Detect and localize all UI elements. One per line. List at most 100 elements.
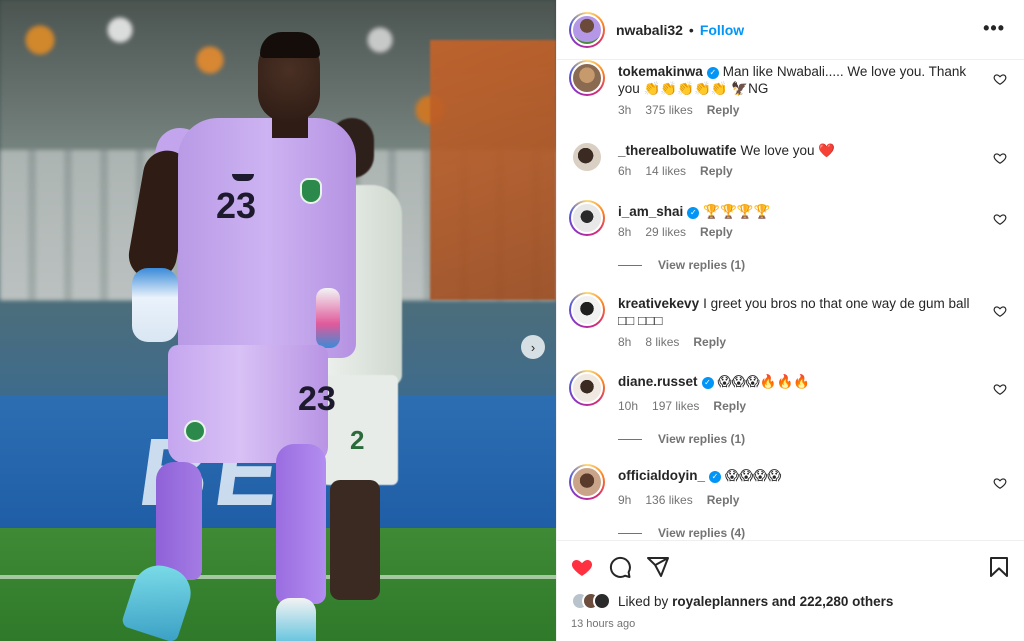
follow-button[interactable]: Follow bbox=[700, 22, 744, 38]
avatar-image bbox=[571, 372, 603, 404]
comment-body: 😱😱😱🔥🔥🔥 bbox=[717, 374, 811, 389]
reply-button[interactable]: Reply bbox=[707, 493, 740, 507]
divider bbox=[618, 532, 642, 534]
comment-username[interactable]: i_am_shai bbox=[618, 204, 683, 219]
divider bbox=[618, 264, 642, 266]
comment-meta: 8h 29 likes Reply bbox=[618, 225, 733, 239]
view-replies-label: View replies (4) bbox=[658, 526, 746, 540]
comment-time: 3h bbox=[618, 103, 632, 117]
liker-avatar bbox=[593, 592, 611, 610]
goalkeeper-hair bbox=[260, 32, 320, 58]
reply-button[interactable]: Reply bbox=[707, 103, 740, 117]
reply-button[interactable]: Reply bbox=[713, 399, 746, 413]
author-avatar[interactable] bbox=[569, 11, 605, 48]
post-side-panel: nwabali32 • Follow ••• tokemakinwa ✓ Man l… bbox=[556, 0, 1024, 641]
comment-meta: 6h 14 likes Reply bbox=[618, 164, 733, 178]
post-header: nwabali32 • Follow ••• bbox=[557, 0, 1024, 60]
goalkeeper-glove bbox=[316, 288, 340, 348]
comment-likes[interactable]: 375 likes bbox=[645, 103, 692, 117]
author-username[interactable]: nwabali32 bbox=[616, 22, 683, 38]
comment-body: We love you ❤️ bbox=[740, 143, 836, 158]
commenter-avatar[interactable] bbox=[569, 200, 605, 236]
comment-text-block: tokemakinwa ✓ Man like Nwabali..... We lov… bbox=[618, 63, 978, 97]
comment-meta: 10h 197 likes Reply bbox=[618, 399, 746, 413]
verified-icon: ✓ bbox=[706, 67, 719, 79]
comment-likes[interactable]: 8 likes bbox=[645, 335, 679, 349]
avatar-image bbox=[571, 202, 603, 234]
more-icon[interactable]: ••• bbox=[983, 18, 1005, 39]
stadium-wall bbox=[430, 40, 556, 300]
avatar-image bbox=[571, 141, 603, 173]
post-timestamp[interactable]: 13 hours ago bbox=[571, 618, 635, 630]
background-player-legs bbox=[330, 480, 380, 600]
heart-icon[interactable] bbox=[993, 382, 1007, 396]
comments-list[interactable]: tokemakinwa ✓ Man like Nwabali..... We lov… bbox=[557, 60, 1024, 540]
team-crest bbox=[300, 178, 322, 204]
post-photo: BET 2 23 23 › bbox=[0, 0, 556, 641]
comment-username[interactable]: diane.russet bbox=[618, 374, 698, 389]
heart-icon[interactable] bbox=[993, 476, 1007, 490]
verified-icon: ✓ bbox=[709, 471, 722, 483]
verified-icon: ✓ bbox=[701, 377, 714, 389]
view-replies-button[interactable]: View replies (1) bbox=[618, 432, 745, 446]
comment-meta: 9h 136 likes Reply bbox=[618, 493, 739, 507]
separator-dot: • bbox=[688, 21, 694, 38]
comment-likes[interactable]: 14 likes bbox=[645, 164, 686, 178]
comment-username[interactable]: tokemakinwa bbox=[618, 64, 703, 79]
likes-text: Liked by royaleplanners and 222,280 othe… bbox=[618, 594, 893, 609]
view-replies-label: View replies (1) bbox=[658, 258, 746, 272]
comment-body: 😱😱😱😱 bbox=[725, 468, 782, 483]
commenter-avatar[interactable] bbox=[569, 139, 605, 175]
heart-icon[interactable] bbox=[993, 212, 1007, 226]
view-replies-button[interactable]: View replies (1) bbox=[618, 258, 745, 272]
bookmark-icon[interactable] bbox=[987, 555, 1011, 579]
share-icon[interactable] bbox=[646, 555, 670, 579]
comment-username[interactable]: _therealboluwatife bbox=[618, 143, 737, 158]
liked-suffix[interactable]: and 222,280 others bbox=[772, 594, 894, 609]
reply-button[interactable]: Reply bbox=[700, 225, 733, 239]
shorts-number: 23 bbox=[298, 380, 336, 418]
goalkeeper-glove bbox=[132, 268, 178, 342]
comment-username[interactable]: kreativekevy bbox=[618, 296, 699, 311]
liked-user[interactable]: royaleplanners bbox=[672, 594, 768, 609]
comment-text-block: i_am_shai ✓ 🏆🏆🏆🏆 bbox=[618, 203, 978, 220]
comment-meta: 8h 8 likes Reply bbox=[618, 335, 726, 349]
comment-time: 8h bbox=[618, 335, 632, 349]
comment-text-block: _therealboluwatife We love you ❤️ bbox=[618, 142, 978, 159]
likes-summary[interactable]: Liked by royaleplanners and 222,280 othe… bbox=[571, 592, 893, 610]
liked-prefix: Liked by bbox=[618, 593, 669, 609]
avatar-image bbox=[571, 13, 603, 46]
heart-icon[interactable] bbox=[570, 555, 594, 579]
comment-likes[interactable]: 197 likes bbox=[652, 399, 699, 413]
reply-button[interactable]: Reply bbox=[693, 335, 726, 349]
heart-icon[interactable] bbox=[993, 304, 1007, 318]
comment-time: 9h bbox=[618, 493, 632, 507]
commenter-avatar[interactable] bbox=[569, 370, 605, 406]
reply-button[interactable]: Reply bbox=[700, 164, 733, 178]
comment-likes[interactable]: 136 likes bbox=[645, 493, 692, 507]
heart-icon[interactable] bbox=[993, 151, 1007, 165]
view-replies-button[interactable]: View replies (4) bbox=[618, 526, 745, 540]
comment-time: 10h bbox=[618, 399, 639, 413]
chevron-right-icon: › bbox=[530, 339, 536, 355]
comment-icon[interactable] bbox=[608, 555, 632, 579]
jersey-number: 23 bbox=[216, 185, 257, 226]
comment-username[interactable]: officialdoyin_ bbox=[618, 468, 705, 483]
avatar-image bbox=[571, 466, 603, 498]
comment-time: 6h bbox=[618, 164, 632, 178]
comment-text-block: officialdoyin_ ✓ 😱😱😱😱 bbox=[618, 467, 978, 484]
avatar-image bbox=[571, 62, 603, 94]
commenter-avatar[interactable] bbox=[569, 60, 605, 96]
goalkeeper-sock bbox=[276, 444, 326, 604]
comment-likes[interactable]: 29 likes bbox=[645, 225, 686, 239]
heart-icon[interactable] bbox=[993, 72, 1007, 86]
commenter-avatar[interactable] bbox=[569, 292, 605, 328]
comment-meta: 3h 375 likes Reply bbox=[618, 103, 739, 117]
next-photo-button[interactable]: › bbox=[521, 335, 545, 359]
comment-time: 8h bbox=[618, 225, 632, 239]
commenter-avatar[interactable] bbox=[569, 464, 605, 500]
comment-text-block: kreativekevy I greet you bros no that one… bbox=[618, 295, 978, 329]
goalkeeper-boot bbox=[276, 598, 316, 641]
comment-text-block: diane.russet ✓ 😱😱😱🔥🔥🔥 bbox=[618, 373, 978, 390]
background-player-number: 2 bbox=[350, 425, 365, 455]
